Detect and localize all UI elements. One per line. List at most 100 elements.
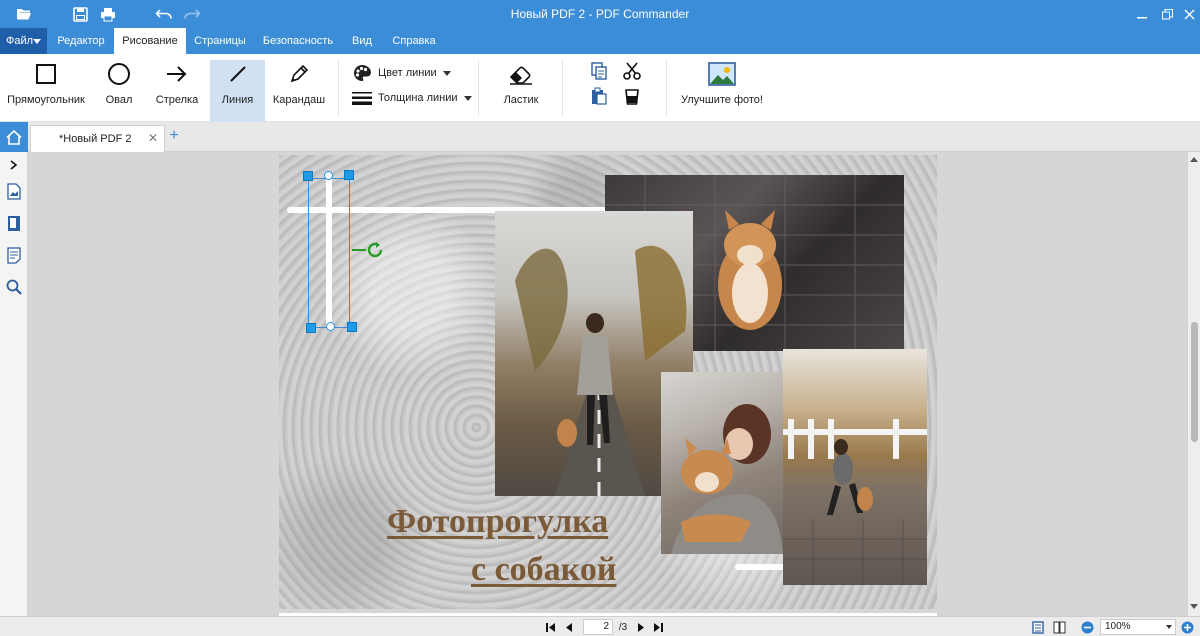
tab-drawing[interactable]: Рисование (114, 28, 186, 54)
restore-icon[interactable] (1156, 4, 1178, 24)
selection-frame (308, 178, 350, 328)
oval-icon (107, 60, 131, 88)
prev-page-icon[interactable] (563, 620, 575, 634)
ribbon-divider (666, 60, 667, 116)
resize-handle[interactable] (344, 170, 354, 180)
rectangle-tool-button[interactable]: Прямоугольник (6, 60, 86, 118)
enhance-photo-label: Улучшите фото! (681, 94, 763, 106)
menu-bar: Файл Редактор Рисование Страницы Безопас… (0, 28, 1200, 54)
document-tabs-bar: *Новый PDF 2 ✕ + (0, 122, 1200, 152)
image-icon (708, 60, 736, 88)
copy-button[interactable] (588, 62, 610, 84)
chevron-down-icon (442, 70, 451, 76)
file-menu-button[interactable]: Файл (0, 28, 47, 54)
ribbon-divider (338, 60, 339, 116)
pencil-icon (288, 60, 310, 88)
photo-fence-street (783, 349, 927, 585)
eraser-icon (508, 60, 534, 88)
title-bar: Новый PDF 2 - PDF Commander (0, 0, 1200, 28)
delete-button[interactable] (621, 87, 643, 109)
file-menu-label: Файл (6, 35, 34, 47)
line-label: Линия (221, 94, 254, 106)
eraser-tool-button[interactable]: Ластик (496, 60, 546, 118)
cut-button[interactable] (621, 62, 643, 84)
zoom-in-icon[interactable] (1180, 620, 1194, 634)
page-thumbnails-icon[interactable] (6, 182, 22, 200)
rotate-icon[interactable] (365, 240, 385, 263)
pencil-tool-button[interactable]: Карандаш (272, 60, 326, 118)
scroll-up-icon[interactable] (1190, 157, 1198, 162)
rotate-connector (352, 249, 366, 251)
chevron-down-icon (463, 95, 472, 101)
zoom-select[interactable]: 100% (1100, 619, 1176, 635)
arrow-tool-button[interactable]: Стрелка (153, 60, 201, 118)
enhance-photo-button[interactable]: Улучшите фото! (680, 60, 764, 118)
line-tool-button[interactable]: Линия (210, 60, 265, 122)
single-page-view-icon[interactable] (1031, 620, 1045, 634)
line-thickness-icon (352, 91, 372, 105)
photo-woman-hugging-dog (661, 372, 783, 554)
rectangle-icon (35, 60, 57, 88)
line-thickness-label: Толщина линии (378, 92, 458, 104)
line-endpoint-handle[interactable] (326, 322, 335, 331)
document-tab[interactable]: *Новый PDF 2 ✕ (30, 125, 165, 152)
tab-pages[interactable]: Страницы (190, 28, 250, 54)
line-endpoint-handle[interactable] (324, 171, 333, 180)
line-color-label: Цвет линии (378, 67, 437, 79)
pdf-page[interactable]: Фотопрогулка с собакой (279, 155, 937, 609)
bookmarks-icon[interactable] (6, 214, 22, 232)
home-icon (6, 129, 22, 145)
ribbon-divider (478, 60, 479, 116)
tab-security[interactable]: Безопасность (258, 28, 338, 54)
tab-view[interactable]: Вид (346, 28, 378, 54)
copy-icon (591, 62, 607, 80)
chevron-down-icon (33, 39, 41, 44)
next-page-icon[interactable] (635, 620, 647, 634)
chevron-down-icon (1166, 625, 1172, 629)
pencil-label: Карандаш (272, 94, 326, 106)
page-title-line1: Фотопрогулка (387, 503, 609, 540)
close-icon[interactable] (1178, 4, 1200, 24)
page-number-input[interactable]: 2 (583, 619, 613, 635)
left-sidebar (0, 152, 28, 616)
rectangle-label: Прямоугольник (7, 94, 85, 106)
tab-help[interactable]: Справка (386, 28, 442, 54)
minimize-icon[interactable] (1131, 4, 1153, 24)
tab-editor[interactable]: Редактор (52, 28, 110, 54)
document-canvas[interactable]: Фотопрогулка с собакой (29, 152, 1187, 616)
line-icon (227, 60, 249, 88)
zoom-value: 100% (1105, 621, 1131, 632)
search-icon[interactable] (6, 278, 22, 296)
palette-icon (352, 64, 372, 82)
scissors-icon (623, 62, 641, 80)
line-thickness-dropdown[interactable]: Толщина линии (352, 88, 472, 108)
resize-handle[interactable] (347, 322, 357, 332)
two-page-view-icon[interactable] (1052, 620, 1066, 634)
add-tab-icon[interactable]: + (166, 127, 182, 145)
scroll-down-icon[interactable] (1190, 604, 1198, 609)
home-button[interactable] (0, 122, 28, 152)
paste-icon (592, 87, 607, 105)
scroll-thumb[interactable] (1191, 322, 1198, 442)
resize-handle[interactable] (306, 323, 316, 333)
trash-icon (625, 89, 639, 105)
arrow-label: Стрелка (155, 94, 199, 106)
first-page-icon[interactable] (545, 620, 557, 634)
expand-sidebar-icon[interactable] (6, 156, 22, 174)
resize-handle[interactable] (303, 171, 313, 181)
zoom-out-icon[interactable] (1080, 620, 1094, 634)
eraser-label: Ластик (503, 94, 539, 106)
oval-tool-button[interactable]: Овал (96, 60, 142, 118)
page-title-line2: с собакой (471, 551, 617, 588)
ribbon-divider (562, 60, 563, 116)
vertical-scrollbar[interactable] (1187, 152, 1200, 616)
line-color-dropdown[interactable]: Цвет линии (352, 63, 451, 83)
close-tab-icon[interactable]: ✕ (148, 131, 158, 145)
annotations-icon[interactable] (6, 246, 22, 264)
paste-button[interactable] (588, 87, 610, 109)
last-page-icon[interactable] (652, 620, 664, 634)
window-title: Новый PDF 2 - PDF Commander (510, 7, 690, 21)
document-tab-label: *Новый PDF 2 (59, 133, 132, 145)
arrow-right-icon (165, 60, 189, 88)
oval-label: Овал (105, 94, 133, 106)
